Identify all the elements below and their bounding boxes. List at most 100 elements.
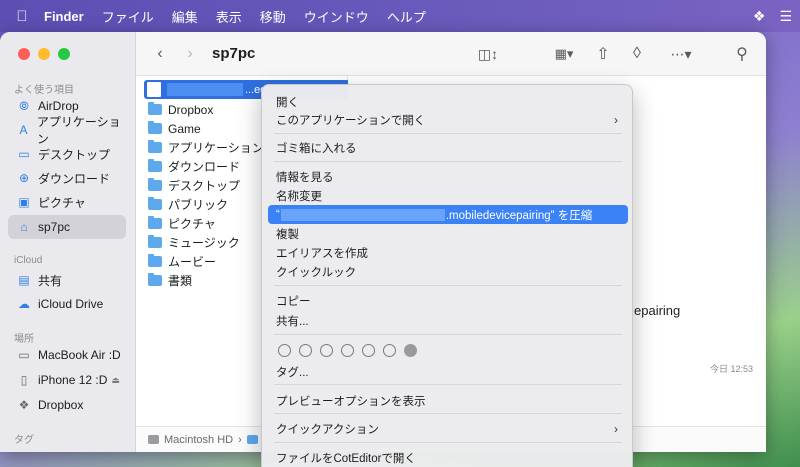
menu-separator [274,334,622,335]
folder-icon [148,254,162,267]
menu-separator [274,285,622,286]
sidebar-item-macbook[interactable]: ▭ MacBook Air :D [8,343,126,367]
view-columns-icon[interactable]: ◫↕ [470,42,506,66]
chevron-right-icon: › [614,421,618,436]
sidebar-item-pictures[interactable]: ▣ ピクチャ [8,190,126,214]
forward-button[interactable]: › [180,42,200,66]
sidebar-item-iphone[interactable]: ▯ iPhone 12 :D ⏏ [8,368,126,392]
tag-color-6[interactable] [383,344,396,357]
sidebar-item-label: iPhone 12 :D [38,373,108,387]
menu-item-rename[interactable]: 名称変更 [268,186,628,205]
sidebar-item-label: Dropbox [38,398,84,412]
menu-item-make-alias[interactable]: エイリアスを作成 [268,243,628,262]
control-center-icon[interactable]: ☰ [779,8,792,25]
menu-item-preview-options[interactable]: プレビューオプションを表示 [268,391,628,410]
menu-item-quick-look[interactable]: クイックルック [268,262,628,281]
more-actions-icon[interactable]: ⋯▾ [664,42,698,66]
path-drive[interactable]: Macintosh HD [164,434,233,446]
file-name: パブリック [168,198,229,212]
list-item[interactable]: ムービー [148,252,216,271]
menu-edit[interactable]: 編集 [172,7,198,26]
drive-icon [148,435,159,444]
sidebar-item-label: sp7pc [38,220,71,234]
menu-file[interactable]: ファイル [102,7,154,26]
menu-separator [274,384,622,385]
apple-menu-icon[interactable]:  [0,8,44,25]
menu-separator [274,442,622,443]
sidebar-item-label: デスクトップ [38,147,111,162]
group-icon[interactable]: ▦▾ [546,42,582,66]
tag-color-5[interactable] [362,344,375,357]
menu-item-share[interactable]: 共有... [268,311,628,330]
close-button[interactable] [18,48,30,60]
zoom-button[interactable] [58,48,70,60]
toolbar: ‹ › sp7pc ◫↕ ▦▾ ⇧ ◊ ⋯▾ ⚲ [136,32,766,76]
list-item[interactable]: Game [148,119,201,138]
tag-color-gray[interactable] [404,344,417,357]
dropbox-status-icon[interactable]: ❖ [753,8,766,25]
sidebar-item-shared[interactable]: ▤ 共有 [8,268,126,292]
eject-icon[interactable]: ⏏ [111,375,120,386]
share-icon[interactable]: ⇧ [592,42,614,66]
search-icon[interactable]: ⚲ [730,42,754,66]
list-item[interactable]: パブリック [148,195,228,214]
menu-view[interactable]: 表示 [216,7,242,26]
list-item[interactable]: ミュージック [148,233,240,252]
menu-item-label: .mobiledevicepairing” を圧縮 [445,209,593,222]
menu-item-open-cot-editor[interactable]: ファイルをCotEditorで開く [268,448,628,467]
menu-item-tags[interactable]: タグ... [268,362,628,381]
menu-item-duplicate[interactable]: 複製 [268,224,628,243]
minimize-button[interactable] [38,48,50,60]
chevron-right-icon: › [238,433,242,446]
menu-item-get-info[interactable]: 情報を見る [268,167,628,186]
sidebar-item-icloud-drive[interactable]: ☁ iCloud Drive [8,292,126,316]
download-icon: ⊕ [18,171,30,185]
list-item[interactable]: アプリケーション [148,138,264,157]
window-title: sp7pc [212,45,256,62]
sidebar: よく使う項目 ⦾ AirDrop A アプリケーション ▭ デスクトップ ⊕ ダ… [0,32,136,452]
menu-item-move-to-trash[interactable]: ゴミ箱に入れる [268,138,628,157]
file-name: ミュージック [168,236,240,250]
menu-go[interactable]: 移動 [260,7,286,26]
tag-icon[interactable]: ◊ [626,42,648,66]
sidebar-item-dropbox[interactable]: ❖ Dropbox [8,393,126,417]
list-item[interactable]: デスクトップ [148,176,240,195]
folder-icon [148,273,162,286]
tag-color-1[interactable] [278,344,291,357]
back-button[interactable]: ‹ [150,42,170,66]
file-name: ムービー [168,255,217,269]
folder-icon [148,235,162,248]
desktop-icon: ▭ [18,147,30,161]
sidebar-item-downloads[interactable]: ⊕ ダウンロード [8,166,126,190]
menu-help[interactable]: ヘルプ [387,7,426,26]
list-item[interactable]: 書類 [148,271,192,290]
menu-window[interactable]: ウインドウ [304,7,369,26]
menu-item-label-prefix: “ [276,208,280,221]
tag-color-2[interactable] [299,344,312,357]
menu-item-compress[interactable]: “ .mobiledevicepairing” を圧縮 [268,205,628,224]
sidebar-section-icloud: iCloud [14,255,43,266]
sidebar-item-label: MacBook Air :D [38,348,121,362]
sidebar-item-desktop[interactable]: ▭ デスクトップ [8,142,126,166]
list-item[interactable]: Dropbox [148,100,213,119]
folder-icon [246,435,258,444]
tag-colors [278,344,417,357]
document-icon [147,82,161,97]
menu-item-open[interactable]: 開く [268,92,628,111]
menu-item-label: このアプリケーションで開く [276,114,426,127]
file-name: アプリケーション [168,141,264,155]
sidebar-item-applications[interactable]: A アプリケーション [8,115,126,146]
menu-item-copy[interactable]: コピー [268,291,628,310]
applications-icon: A [19,123,28,137]
folder-icon [148,102,162,115]
menu-item-open-with[interactable]: このアプリケーションで開く › [268,110,628,129]
menu-item-quick-actions[interactable]: クイックアクション › [268,419,628,438]
list-item[interactable]: ダウンロード [148,157,240,176]
tag-color-3[interactable] [320,344,333,357]
shared-folder-icon: ▤ [18,273,30,287]
redacted-filename [167,83,243,96]
sidebar-item-home[interactable]: ⌂ sp7pc [8,215,126,239]
list-item[interactable]: ピクチャ [148,214,216,233]
menu-app-name[interactable]: Finder [44,9,84,24]
tag-color-4[interactable] [341,344,354,357]
